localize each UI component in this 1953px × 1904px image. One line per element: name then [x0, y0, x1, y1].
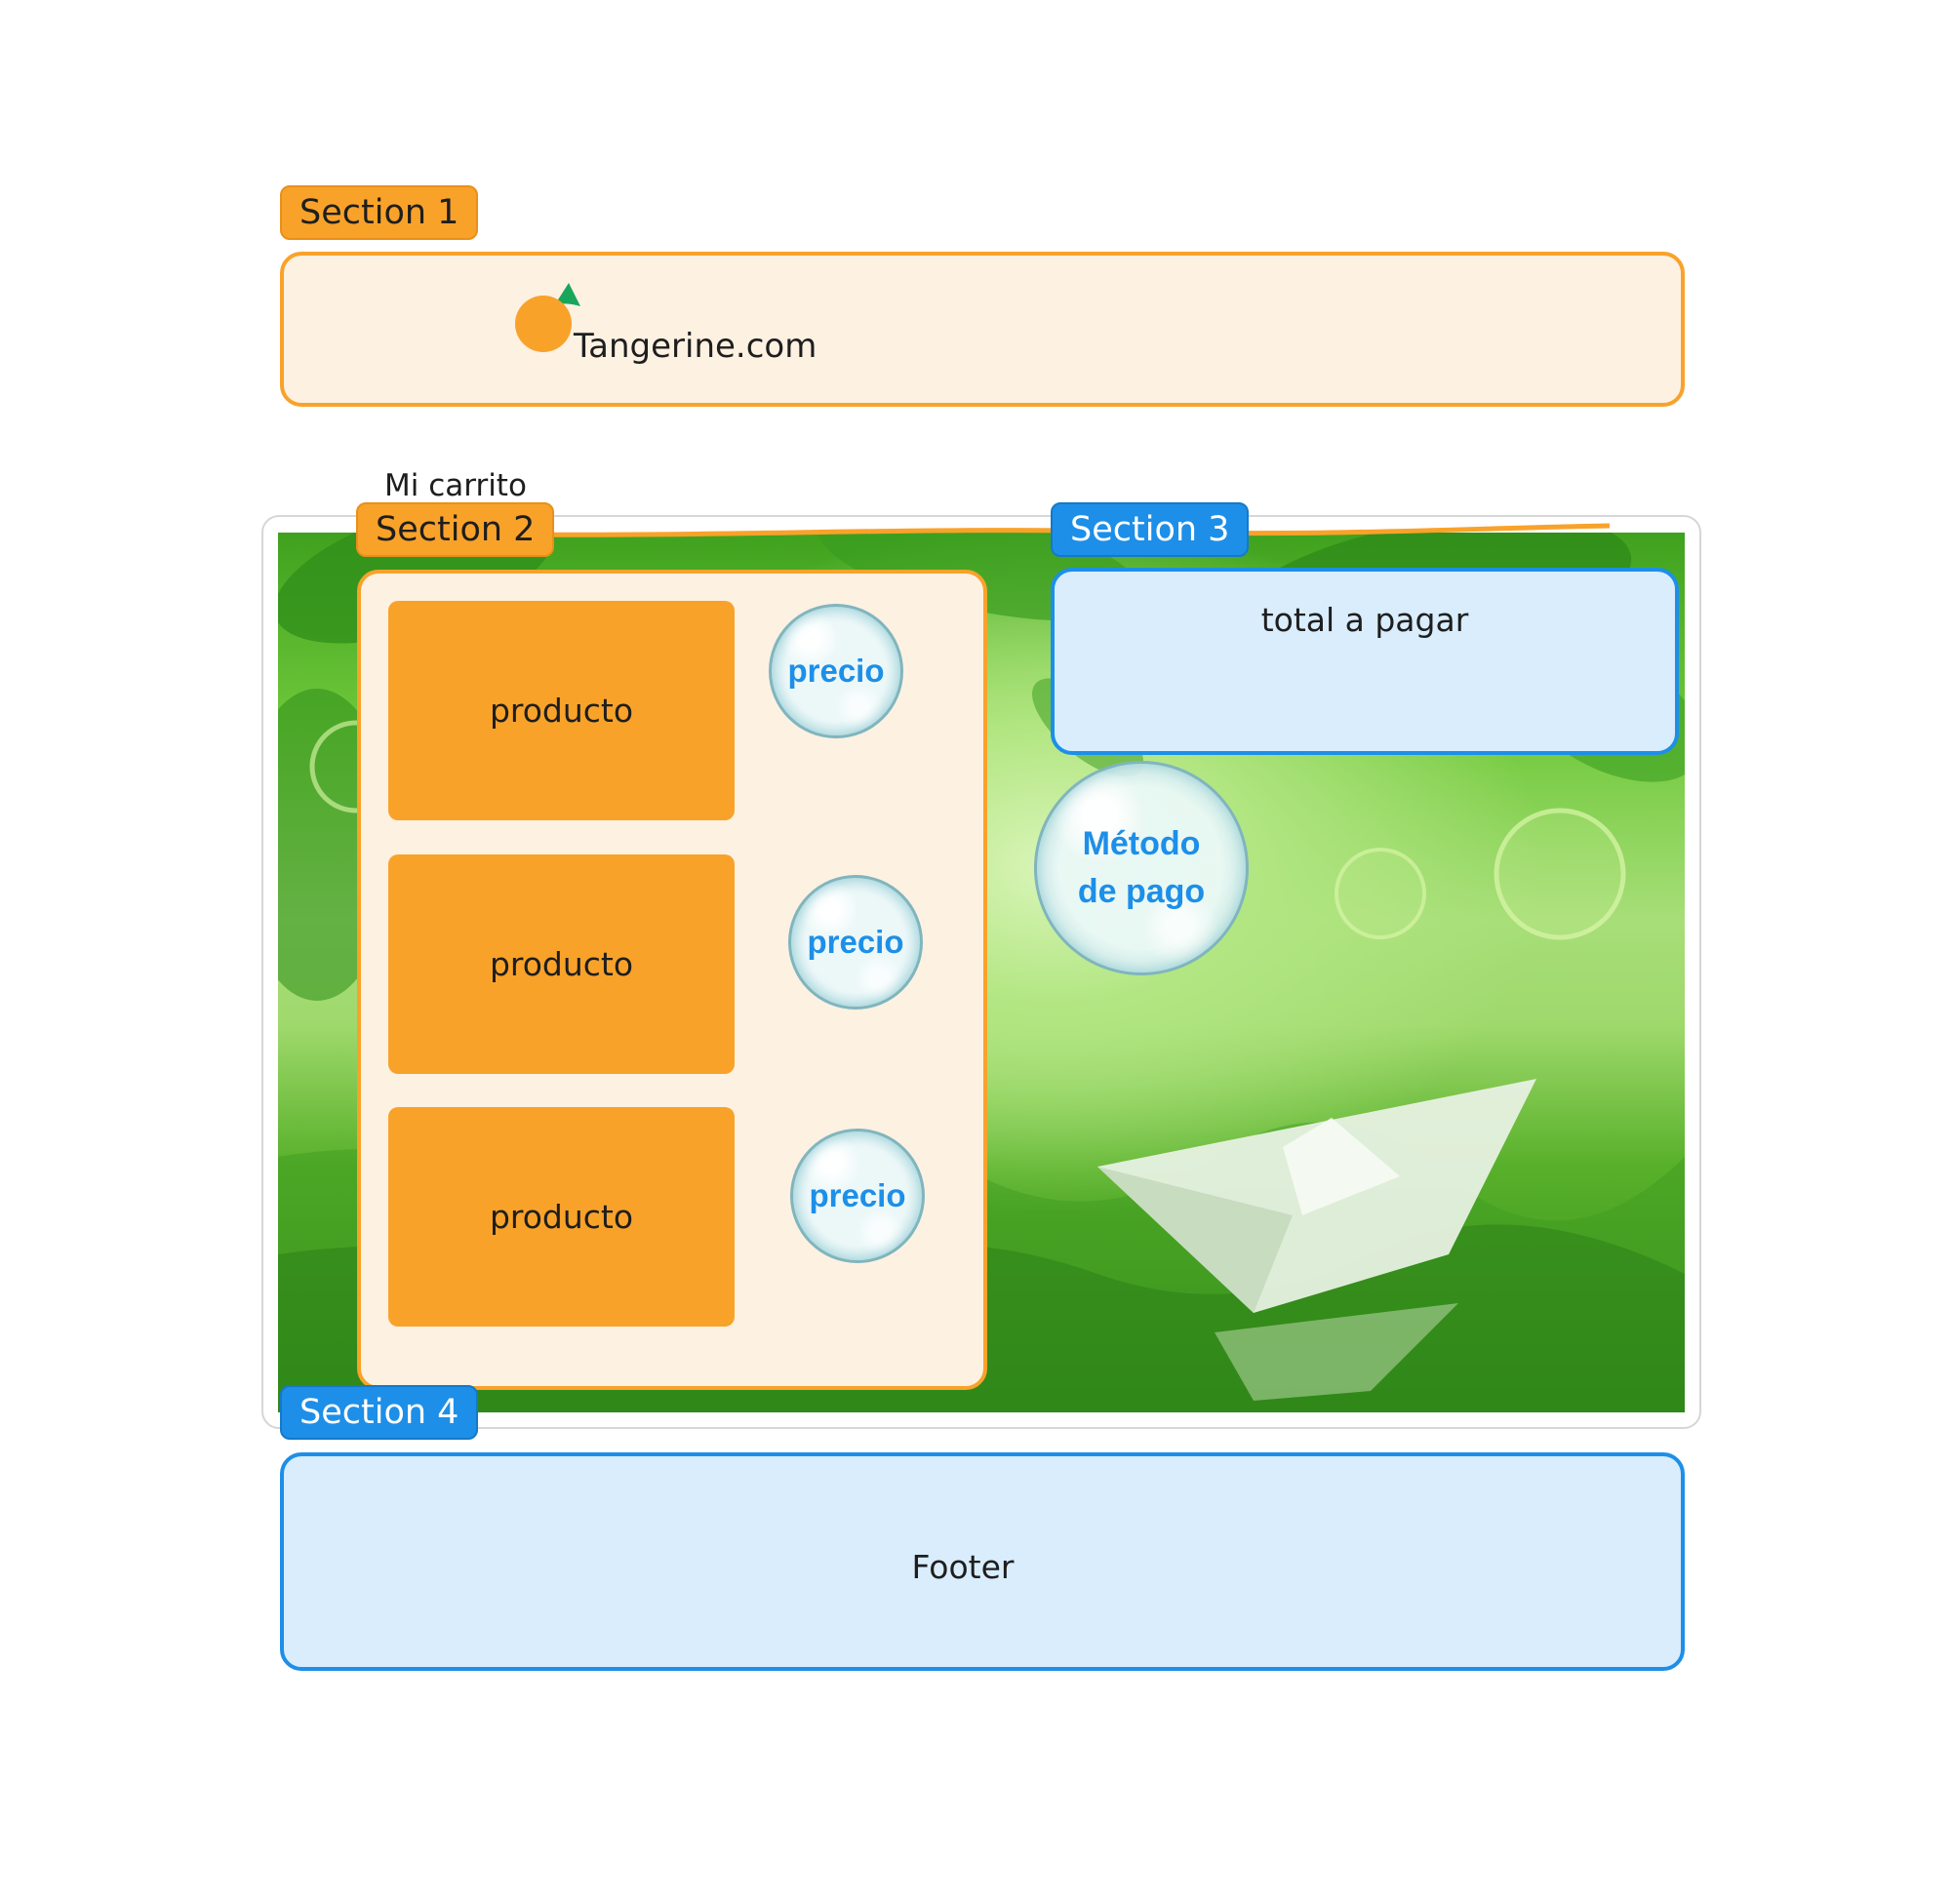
product-card[interactable]: producto [388, 854, 735, 1074]
section-1-tag: Section 1 [280, 185, 479, 240]
footer-section: Footer [280, 1452, 1685, 1671]
price-bubble[interactable]: precio [769, 604, 903, 738]
payment-method-bubble[interactable]: Método de pago [1034, 761, 1249, 975]
cart-title: Mi carrito [384, 468, 527, 503]
footer-label: Footer [911, 1548, 1015, 1586]
payment-method-line-1: Método [1082, 824, 1201, 862]
site-name[interactable]: Tangerine.com [574, 327, 817, 366]
product-card[interactable]: producto [388, 601, 735, 820]
payment-method-label: Método de pago [1078, 820, 1205, 917]
payment-method-line-2: de pago [1077, 873, 1206, 910]
total-label: total a pagar [1260, 601, 1469, 639]
header-section: Tangerine.com [280, 252, 1685, 407]
total-section: total a pagar [1051, 568, 1679, 755]
product-card[interactable]: producto [388, 1107, 735, 1327]
section-3-tag: Section 3 [1051, 502, 1250, 557]
price-bubble[interactable]: precio [790, 1129, 925, 1263]
section-2-tag: Section 2 [356, 502, 555, 557]
price-bubble[interactable]: precio [788, 875, 923, 1010]
section-4-tag: Section 4 [280, 1385, 479, 1440]
